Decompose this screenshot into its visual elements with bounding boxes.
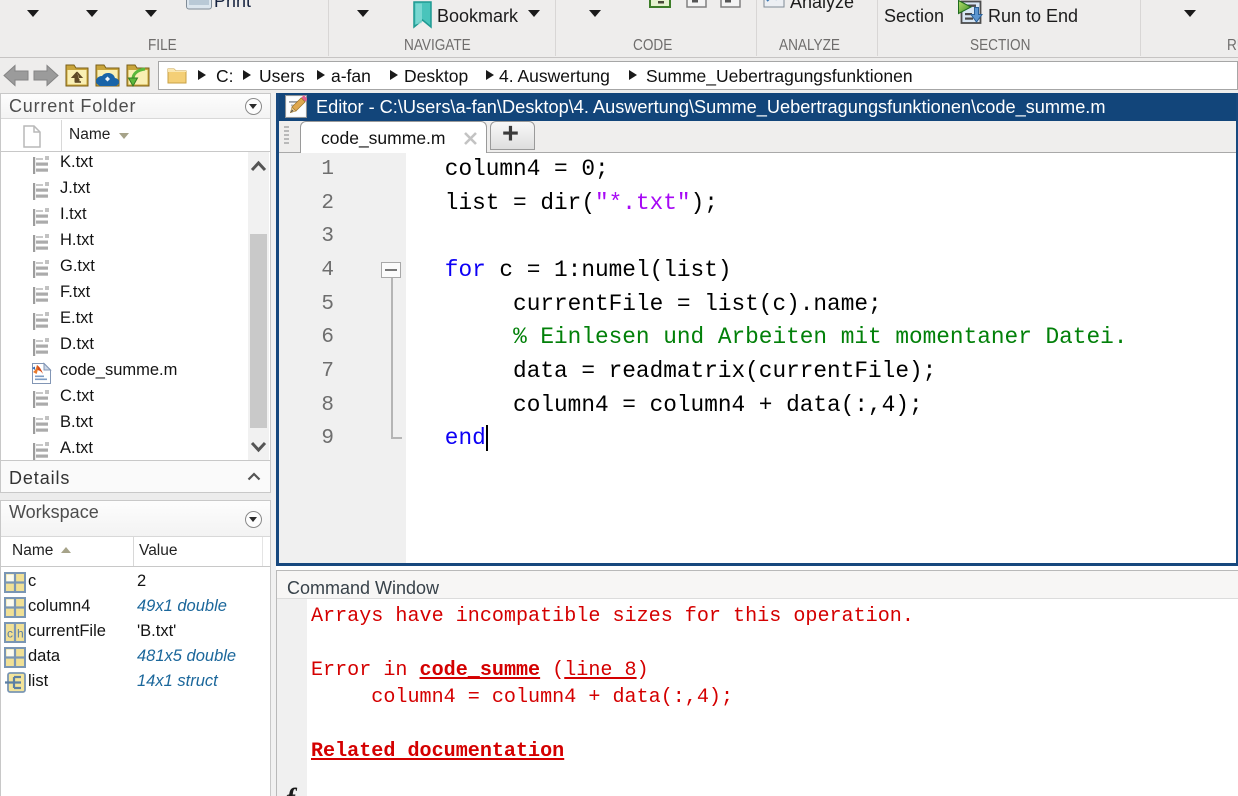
svg-text:h: h xyxy=(17,627,24,641)
svg-text:c: c xyxy=(7,627,13,641)
